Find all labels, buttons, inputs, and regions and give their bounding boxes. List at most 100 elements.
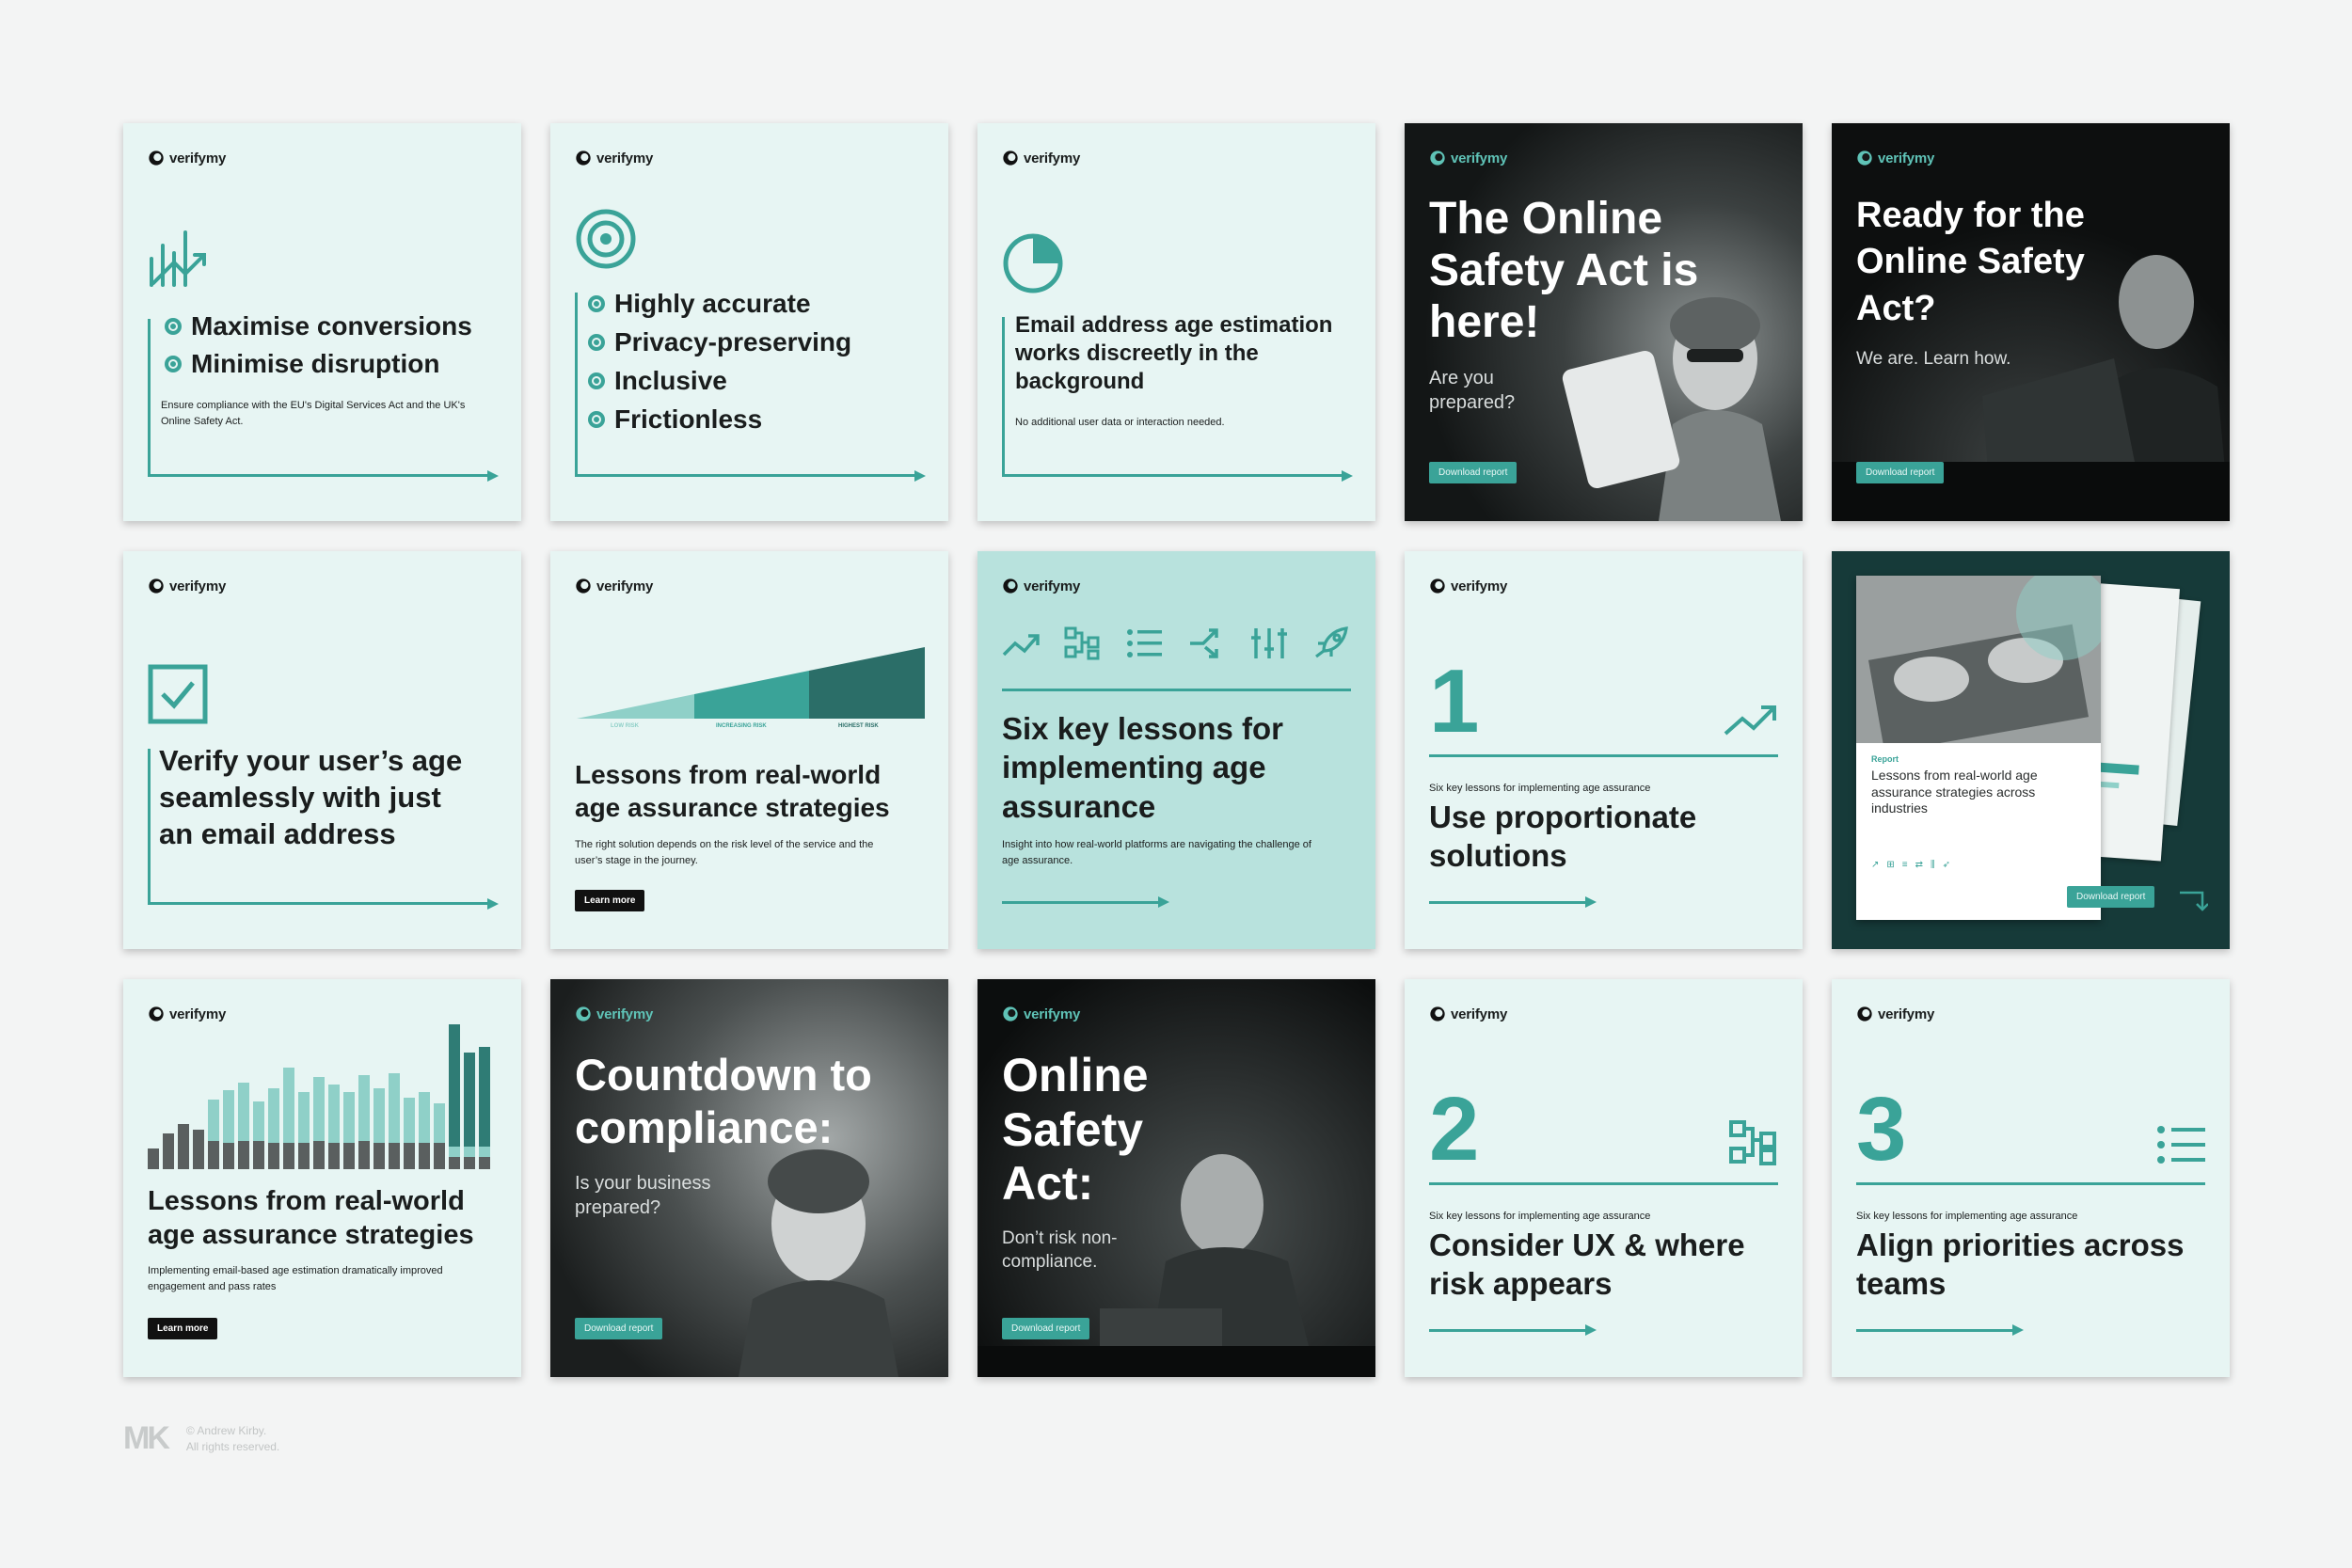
hierarchy-icon: ⊞ [1886,860,1895,870]
sliders-icon: ⫼ [1931,860,1935,870]
card-lesson-3: verifymy 3 Six key lessons for implement… [1832,979,2230,1377]
report-icons: ↗ ⊞ ≡ ⇄ ⫼ ➶ [1871,860,1950,870]
photo-hands-keyboard [1856,576,2101,743]
kicker: Six key lessons for implementing age ass… [1856,1211,2078,1222]
footer-logo: MK [123,1420,170,1456]
logo: verifymy [1002,578,1080,594]
logo-mark-icon [1003,578,1018,594]
card-title: Online Safety Act: [1002,1049,1149,1210]
logo: verifymy [575,578,653,594]
divider [1429,754,1778,757]
list-item: Maximise conversions [165,311,472,341]
download-report-button[interactable]: Download report [1002,1318,1090,1339]
sliders-icon [1251,628,1287,658]
logo-mark-icon [576,578,591,594]
chart-up-icon [150,230,206,287]
lesson-number: 1 [1429,651,1480,752]
arrow-icon [1429,1324,1597,1336]
logo-text: verifymy [1878,1006,1935,1022]
logo-text: verifymy [169,1006,227,1022]
note: Insight into how real-world platforms ar… [1002,839,1311,867]
logo-mark-icon [1430,578,1445,594]
card-title: Use proportionate solutions [1429,800,1697,874]
note: No additional user data or interaction n… [1015,417,1225,428]
download-report-button[interactable]: Download report [575,1318,663,1339]
divider [1429,1182,1778,1185]
card-title: Lessons from real-world age assurance st… [575,760,890,822]
logo-text: verifymy [1451,578,1508,594]
download-report-button[interactable]: Download report [1856,462,1945,483]
benefit-list: Maximise conversions Minimise disruption [165,311,472,379]
logo-mark-icon [149,150,164,166]
list-item: Inclusive [588,366,851,396]
logo: verifymy [148,150,226,166]
logo-text: verifymy [596,1006,654,1022]
shuffle-icon: ⇄ [1915,860,1924,870]
pie-icon [1003,233,1063,293]
logo-text: verifymy [1451,150,1508,166]
logo-text: verifymy [596,578,654,594]
check-icon [588,372,605,389]
logo: verifymy [1856,1006,1934,1022]
report-title: Lessons from real-world age assurance st… [1871,768,2038,816]
arrow-down-right-icon [2180,891,2208,911]
report-cover: Report Lessons from real-world age assur… [1856,576,2101,920]
logo-text: verifymy [1451,1006,1508,1022]
logo: verifymy [1429,150,1507,166]
logo: verifymy [1002,150,1080,166]
arrow-icon [1429,896,1597,908]
card-ready-for-osa: verifymy Ready for the Online Safety Act… [1832,123,2230,521]
logo: verifymy [575,1006,653,1022]
rocket-icon [1315,626,1348,658]
logo-text: verifymy [1878,150,1935,166]
list-icon: ≡ [1901,860,1908,870]
note: Implementing email-based age estimation … [148,1265,443,1293]
list-item: Frictionless [588,404,851,435]
learn-more-button[interactable]: Learn more [575,890,645,911]
card-title: Six key lessons for implementing age ass… [1002,711,1283,824]
logo: verifymy [575,150,653,166]
card-six-key-lessons: verifymy Six key lessons for implementin… [977,551,1375,949]
card-countdown-compliance: verifymy Countdown to compliance: Is you… [550,979,948,1377]
risk-label-increasing: INCREASING RISK [716,723,767,729]
arrow-icon [1856,1324,2024,1336]
card-subtitle: Are you prepared? [1429,368,1516,413]
card-subtitle: We are. Learn how. [1856,349,2011,369]
rocket-icon: ➶ [1942,860,1951,870]
card-lessons-risk: verifymy LOW RISK INCREASING RISK HIGHES… [550,551,948,949]
check-icon [588,411,605,428]
card-title: Align priorities across teams [1856,1227,2185,1302]
card-report-mockup: Report Lessons from real-world age assur… [1832,551,2230,949]
check-icon [165,318,182,335]
kicker: Six key lessons for implementing age ass… [1429,783,1651,794]
card-title: Verify your user’s age seamlessly with j… [159,744,463,850]
bar-graphic [148,1024,490,1169]
card-verify-age-email: verifymy Verify your user’s age seamless… [123,551,521,949]
card-title: Ready for the Online Safety Act? [1856,196,2085,328]
logo-mark-icon [1003,1006,1018,1022]
trend-up-icon: ↗ [1871,860,1880,870]
card-highly-accurate: verifymy Highly accurate Privacy-preserv… [550,123,948,521]
logo: verifymy [1856,150,1934,166]
logo-mark-icon [1857,150,1872,166]
note: Ensure compliance with the EU's Digital … [161,400,466,428]
lesson-icon-row [1002,626,1350,660]
logo-mark-icon [576,1006,591,1022]
list-icon [2157,1126,2205,1164]
learn-more-button[interactable]: Learn more [148,1318,218,1339]
note: The right solution depends on the risk l… [575,839,874,867]
arrow-icon [1002,896,1169,908]
list-item: Highly accurate [588,289,851,319]
footer-credit: MK © Andrew Kirby. All rights reserved. [123,1420,279,1457]
risk-label-low: LOW RISK [611,723,639,729]
download-report-button[interactable]: Download report [2067,886,2155,908]
lesson-number: 2 [1429,1079,1480,1180]
list-icon [1127,629,1162,657]
download-report-button[interactable]: Download report [1429,462,1518,483]
logo-mark-icon [1857,1006,1872,1022]
logo-mark-icon [1003,150,1018,166]
check-icon [588,334,605,351]
target-icon [576,209,636,269]
hierarchy-icon [1729,1120,1776,1165]
logo: verifymy [1429,578,1507,594]
